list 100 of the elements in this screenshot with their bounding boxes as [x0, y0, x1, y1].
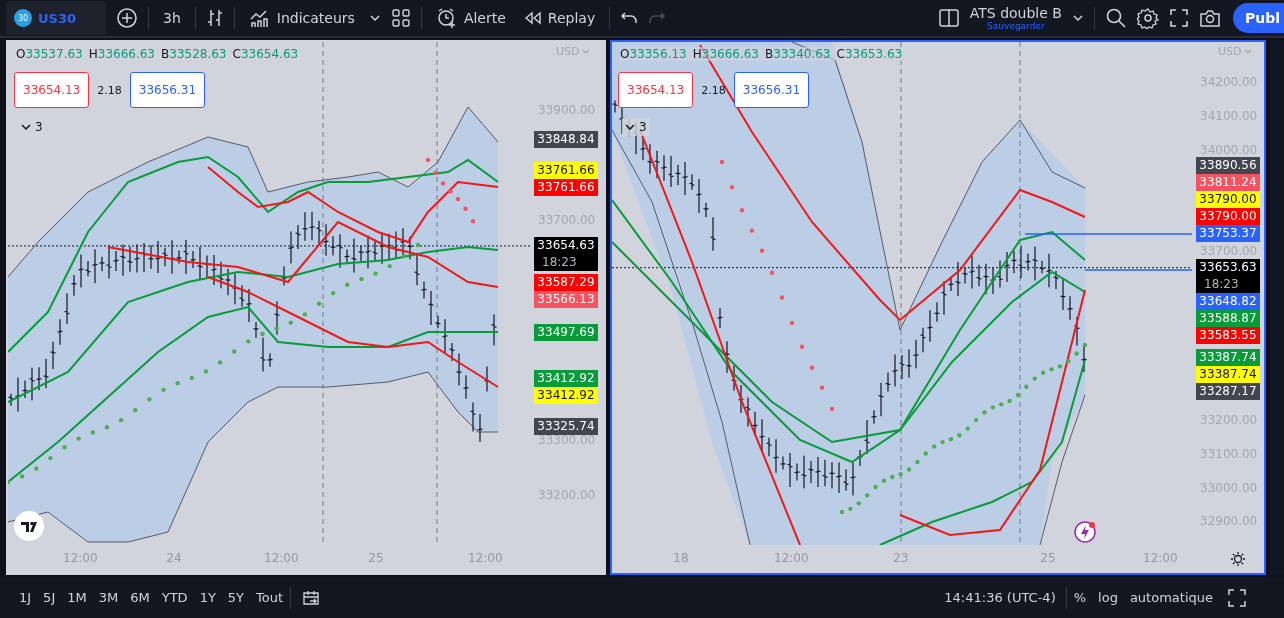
- camera-icon[interactable]: [1198, 8, 1221, 28]
- date-range-icon[interactable]: [301, 588, 322, 607]
- clock-text[interactable]: 14:41:36 (UTC-4): [936, 590, 1064, 605]
- range-button[interactable]: 1Y: [194, 586, 221, 609]
- indicator-dot: [931, 444, 937, 449]
- indicators-button[interactable]: Indicateurs: [244, 4, 359, 32]
- range-button[interactable]: 5J: [38, 586, 61, 609]
- log-button[interactable]: log: [1093, 586, 1123, 609]
- price-tag: 33325.74: [534, 418, 598, 436]
- time-label: 24: [165, 551, 183, 565]
- layout-grid-icon[interactable]: [390, 8, 411, 28]
- price-tag: 33287.17: [1196, 383, 1260, 401]
- logo-icon[interactable]: [14, 511, 44, 541]
- price-tag: 33583.55: [1196, 327, 1260, 345]
- indicator-dot: [1049, 367, 1054, 372]
- range-button[interactable]: Tout: [251, 586, 289, 609]
- bar-style-icon[interactable]: [205, 8, 224, 28]
- indicator-dot: [104, 425, 110, 430]
- time-label: 23: [892, 551, 910, 565]
- chart-icon: [248, 8, 271, 28]
- replay-button[interactable]: Replay: [519, 6, 600, 30]
- indicator-dot: [965, 426, 970, 431]
- price-tag: 33412.92: [534, 370, 598, 388]
- indicator-dot: [1057, 364, 1063, 369]
- indicator-dot: [189, 375, 194, 381]
- indicator-dot: [330, 290, 336, 296]
- range-button[interactable]: 6M: [125, 586, 155, 609]
- indicator-dot: [433, 170, 438, 176]
- symbol-badge: 30: [14, 9, 32, 27]
- indicator-dot: [999, 402, 1004, 407]
- indicator-dot: [316, 301, 322, 306]
- indicator-dot: [990, 405, 996, 410]
- sell-price-button[interactable]: 33654.13: [14, 72, 90, 108]
- sell-price-button[interactable]: 33654.13: [618, 72, 694, 108]
- indicator-dot: [133, 408, 138, 413]
- percent-button[interactable]: %: [1068, 586, 1092, 609]
- price-tag: 33387.74: [1196, 349, 1260, 367]
- indicator-dot: [359, 276, 364, 282]
- publish-button[interactable]: Publ: [1232, 3, 1284, 33]
- indicator-dot: [161, 387, 166, 393]
- interval-button[interactable]: 3h: [159, 6, 185, 30]
- split-layout-icon[interactable]: [937, 8, 960, 28]
- ohlc-value: B33528.63: [161, 47, 227, 61]
- fullscreen-icon[interactable]: [1168, 8, 1189, 28]
- buy-price-button[interactable]: 33656.31: [129, 72, 206, 108]
- indicator-dot: [76, 436, 81, 441]
- range-button[interactable]: 1M: [62, 586, 92, 609]
- indicator-dot: [1066, 359, 1071, 364]
- indicator-dot: [260, 331, 265, 337]
- indicator-dot: [1015, 392, 1021, 398]
- settings-icon[interactable]: [1230, 551, 1246, 567]
- range-button[interactable]: 1J: [14, 586, 37, 609]
- indicator-dot: [789, 320, 795, 326]
- indicator-dot: [915, 459, 920, 465]
- chevron-down-icon: [21, 123, 31, 131]
- chevron-down-icon[interactable]: [368, 12, 381, 24]
- search-icon[interactable]: [1104, 7, 1127, 29]
- price-tag: 33648.82: [1196, 293, 1260, 311]
- undo-icon[interactable]: [620, 10, 639, 26]
- price-tag: 33848.84: [534, 130, 598, 148]
- chart-pane[interactable]: [610, 40, 1266, 575]
- indicator-dot: [1082, 342, 1088, 348]
- price-tag: 33761.66: [534, 161, 598, 179]
- range-button[interactable]: YTD: [156, 586, 193, 609]
- indicator-dot: [799, 344, 805, 349]
- chevron-down-icon: [625, 123, 635, 131]
- buy-price-button[interactable]: 33656.31: [733, 72, 810, 108]
- indicator-dot: [232, 349, 237, 354]
- add-symbol-icon[interactable]: [116, 7, 138, 29]
- indicator-dot: [864, 493, 870, 498]
- indicator-dot: [302, 312, 308, 317]
- indicator-dot: [90, 430, 96, 435]
- indicator-dot: [217, 360, 223, 365]
- indicator-dot: [48, 455, 53, 461]
- price-tag: 33790.00: [1196, 191, 1260, 209]
- indicator-dot: [401, 253, 407, 259]
- ohlc-value: O33356.13: [620, 47, 687, 61]
- indicators-toggle[interactable]: 3: [622, 118, 650, 136]
- indicator-dot: [923, 451, 928, 456]
- price-tag: 33387.74: [1196, 366, 1260, 384]
- range-button[interactable]: 3M: [93, 586, 124, 609]
- indicator-dot: [890, 474, 895, 480]
- lightning-icon[interactable]: [1074, 521, 1096, 543]
- range-button[interactable]: 5Y: [222, 586, 250, 609]
- indicator-dot: [839, 509, 845, 515]
- price-tag: 33588.87: [1196, 310, 1260, 328]
- alert-button[interactable]: Alerte: [431, 3, 510, 33]
- indicator-dot: [387, 263, 392, 269]
- ohlc-value: C33653.63: [836, 47, 903, 61]
- indicator-dot: [1074, 351, 1079, 356]
- chevron-down-icon[interactable]: [1071, 12, 1084, 24]
- fullscreen-icon[interactable]: [1228, 588, 1246, 607]
- price-tag: 33653.63 18:23: [1196, 259, 1260, 294]
- layout-name-button[interactable]: ATS double B Sauvegarder: [969, 5, 1062, 31]
- indicator-dot: [856, 501, 861, 506]
- price-tag: 33811.24: [1196, 174, 1260, 192]
- spread-value: 2.18: [97, 83, 122, 97]
- indicator-dot: [175, 380, 180, 386]
- indicator-dot: [448, 189, 453, 194]
- auto-scale-button[interactable]: automatique: [1124, 586, 1218, 609]
